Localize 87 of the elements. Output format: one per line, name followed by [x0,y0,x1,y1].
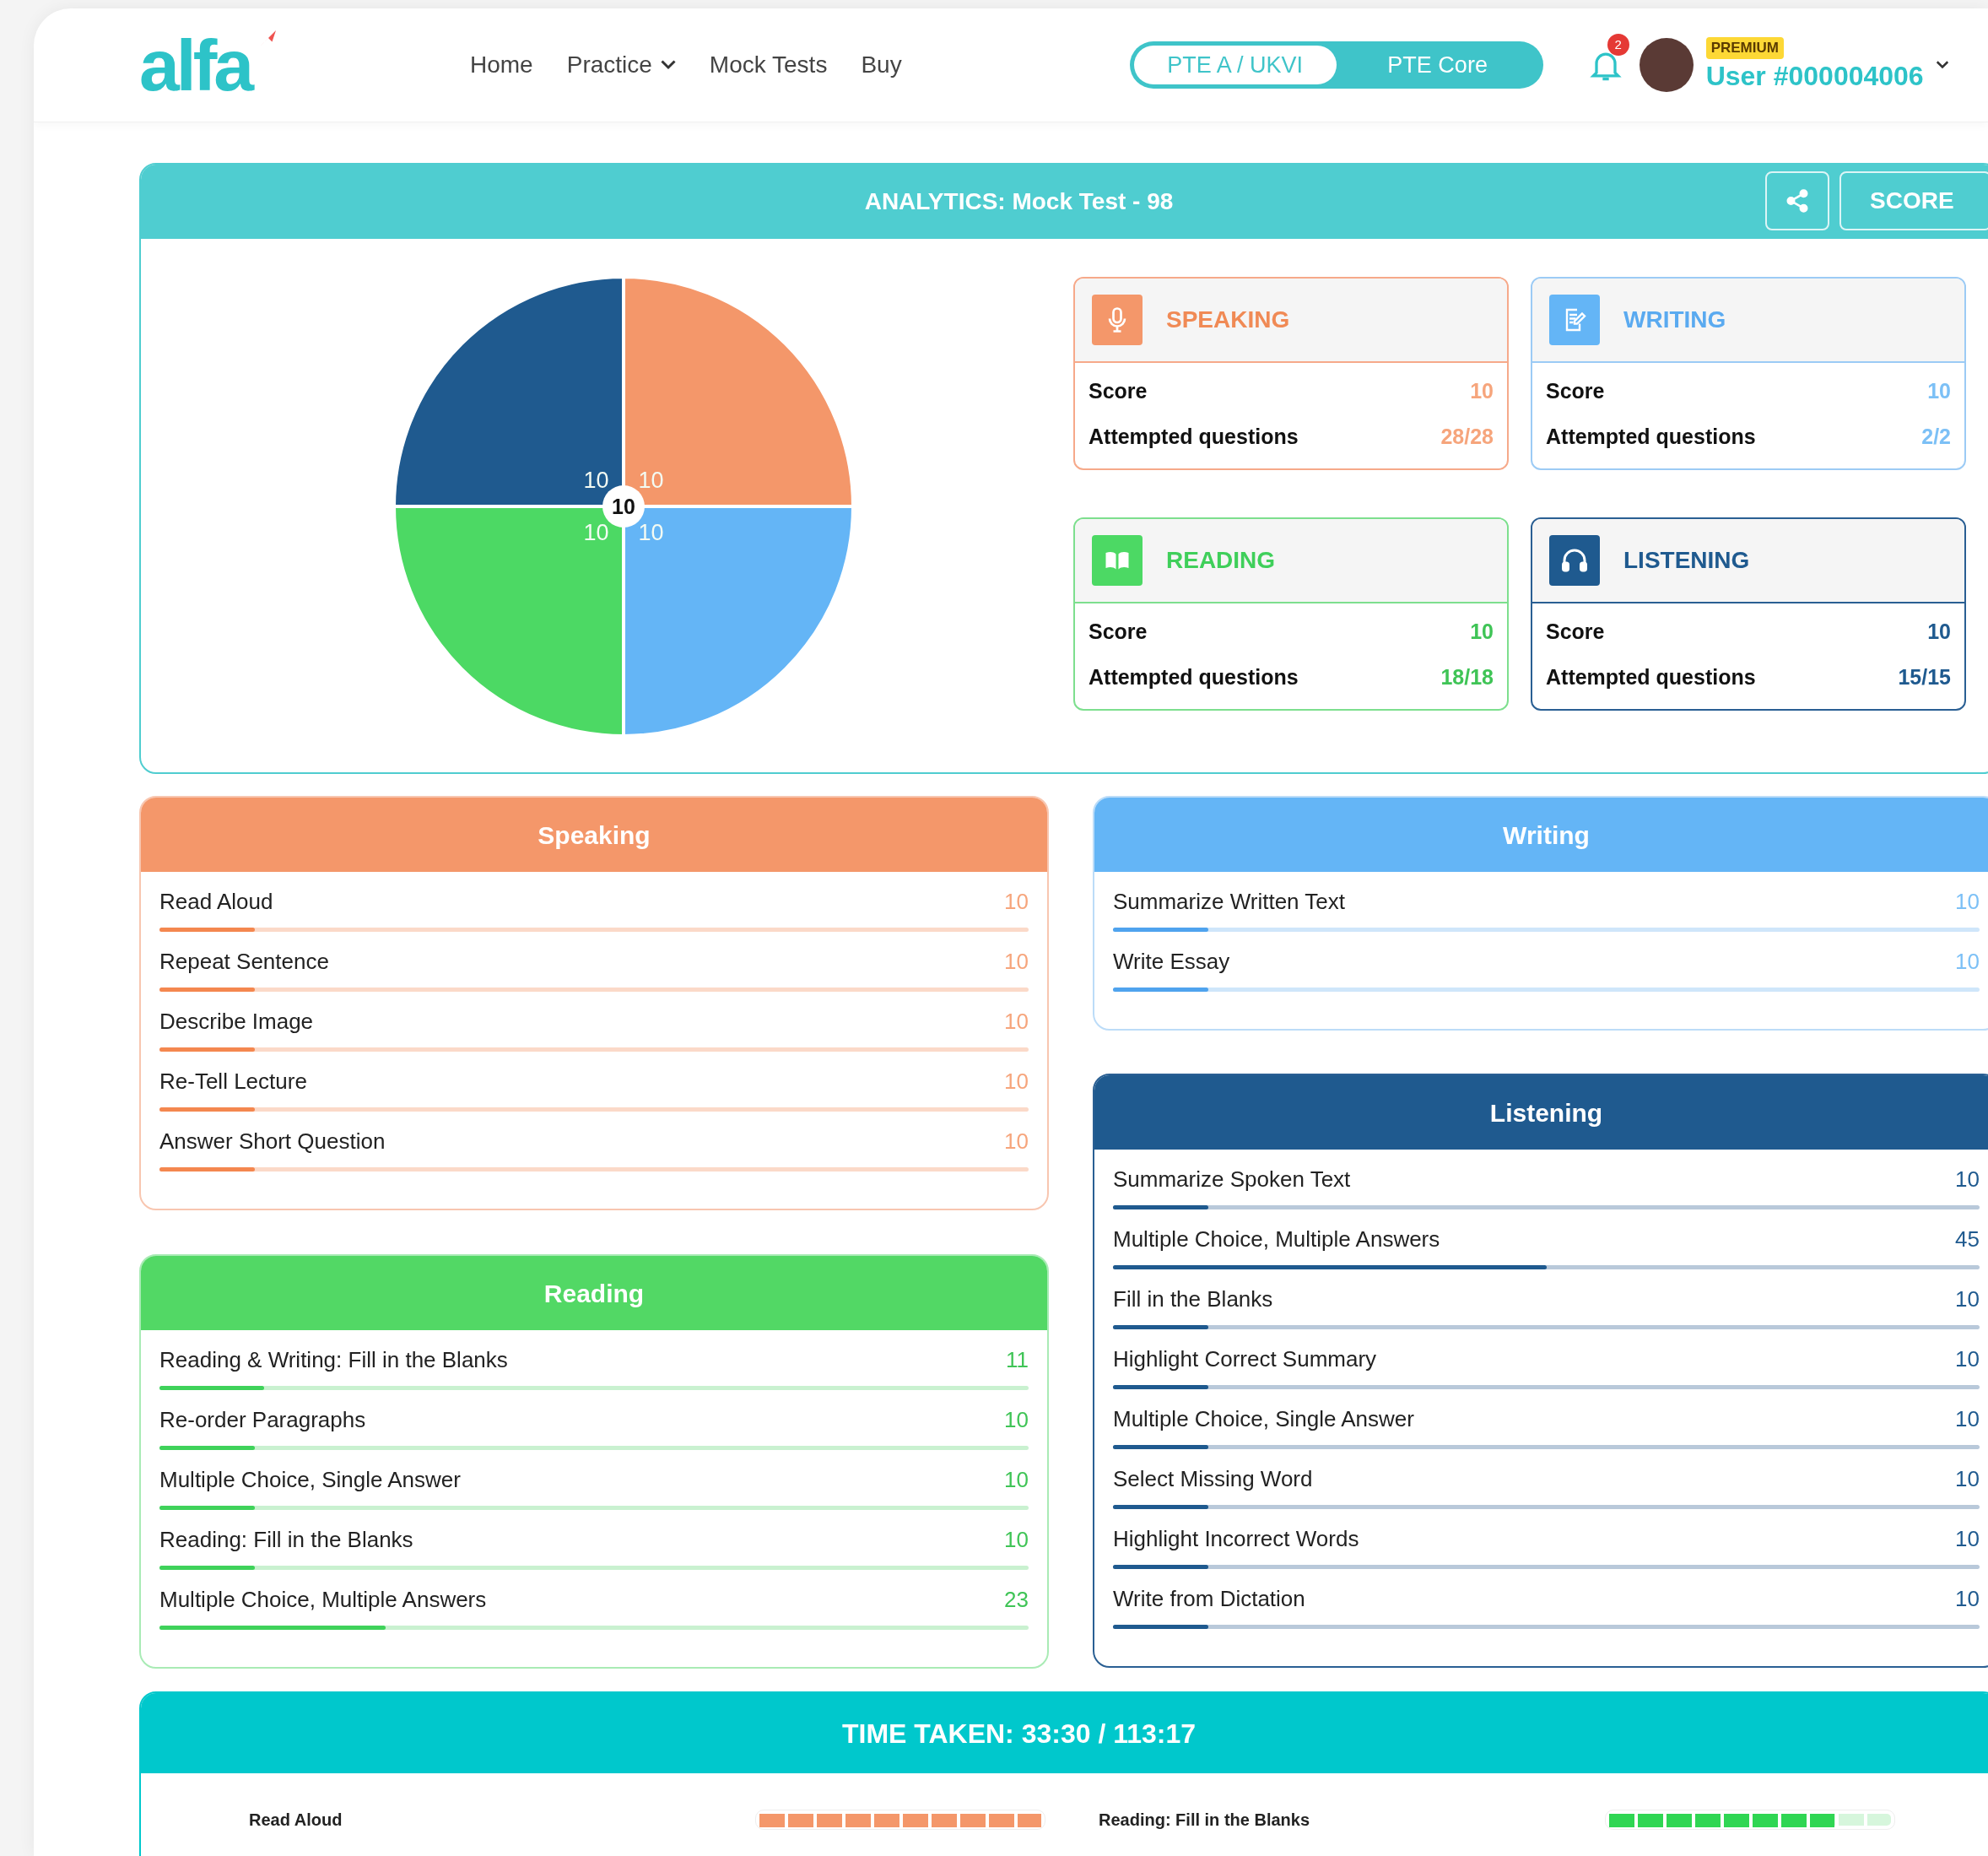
section-title: Writing [1503,820,1590,851]
task-score: 45 [1955,1226,1980,1252]
stat-value: 15/15 [1898,664,1951,690]
chevron-down-icon[interactable] [1935,61,1949,69]
task-score: 10 [1004,1407,1029,1432]
task-score: 10 [1004,949,1029,974]
task-score: 10 [1955,1406,1980,1431]
task-name: Multiple Choice, Multiple Answers [1113,1226,1440,1252]
task-score: 10 [1955,1586,1980,1611]
task-score: 11 [1006,1347,1029,1372]
slice-label: 10 [638,520,664,546]
task-name: Fill in the Blanks [1113,1286,1273,1312]
task-score: 10 [1955,949,1980,974]
task-name: Summarize Spoken Text [1113,1166,1351,1192]
task-name: Write Essay [1113,949,1230,974]
task-name: Multiple Choice, Single Answer [1113,1406,1414,1431]
task-score: 10 [1004,1128,1029,1154]
task-score: 10 [1955,1526,1980,1551]
card-title: WRITING [1623,306,1726,334]
stat-label: Score [1089,378,1148,404]
stat-label: Score [1546,619,1605,645]
task-name: Multiple Choice, Single Answer [159,1467,461,1492]
center-label: 10 [612,495,635,518]
notification-count: 2 [1607,34,1629,56]
task-score: 10 [1004,1527,1029,1552]
exam-option[interactable]: PTE A / UKVI [1133,46,1337,84]
stat-value: 10 [1470,619,1494,645]
user-name[interactable]: User #000004006 [1705,58,1924,93]
section-title: Speaking [538,820,651,851]
task-score: 10 [1004,1069,1029,1094]
stat-label: Attempted questions [1089,664,1299,690]
section-title: Reading [543,1278,645,1309]
slice-label: 10 [638,467,664,493]
exam-option[interactable]: PTE Core [1336,46,1539,84]
task-score: 10 [1955,1166,1980,1192]
card-title: SPEAKING [1166,306,1290,334]
task-score: 10 [1004,1467,1029,1492]
task-name: Reading: Fill in the Blanks [159,1527,413,1552]
task-score: 23 [1004,1587,1029,1612]
task-name: Describe Image [159,1009,314,1034]
task-score: 10 [1955,1346,1980,1372]
section-title: Listening [1489,1097,1603,1128]
task-score: 10 [1004,889,1029,914]
task-name: Re-order Paragraphs [159,1407,366,1432]
stat-label: Score [1089,619,1148,645]
stat-label: Attempted questions [1089,424,1299,450]
task-name: Answer Short Question [159,1128,386,1154]
card-title: READING [1166,546,1276,575]
task-name: Read Aloud [159,889,273,914]
task-name: Re-Tell Lecture [159,1069,307,1094]
task-name: Select Missing Word [1113,1466,1313,1491]
slice-label: 10 [583,520,609,546]
stat-label: Attempted questions [1546,424,1756,450]
task-name: Reading: Fill in the Blanks [1099,1810,1311,1831]
stat-value: 10 [1470,378,1494,404]
task-name: Repeat Sentence [159,949,329,974]
task-score: 10 [1955,1466,1980,1491]
card-title: LISTENING [1623,546,1750,575]
nav-link[interactable]: Practice [566,47,676,83]
nav-link[interactable]: Mock Tests [709,47,828,83]
stat-value: 18/18 [1440,664,1494,690]
analytics-title: ANALYTICS: Mock Test - 98 [864,187,1174,216]
task-name: Highlight Incorrect Words [1113,1526,1359,1551]
slice-label: 10 [583,467,609,493]
nav-link[interactable]: Home [470,47,533,83]
exam-toggle[interactable]: PTE A / UKVI PTE Core [1129,41,1543,89]
stat-value: 28/28 [1440,424,1494,450]
stat-value: 2/2 [1921,424,1951,450]
stat-value: 10 [1927,378,1951,404]
task-score: 10 [1004,1009,1029,1034]
task-name: Summarize Written Text [1113,889,1345,914]
logo[interactable]: alfa [139,29,283,101]
task-name: Multiple Choice, Multiple Answers [159,1587,487,1612]
task-name: Highlight Correct Summary [1113,1346,1377,1372]
time-title: TIME TAKEN: 33:30 / 113:17 [841,1717,1197,1750]
nav-link[interactable]: Buy [861,47,902,83]
stat-value: 10 [1927,619,1951,645]
task-name: Write from Dictation [1113,1586,1305,1611]
stat-label: Attempted questions [1546,664,1756,690]
share-icon [1785,188,1810,214]
task-name: Read Aloud [249,1810,343,1831]
task-name: Reading & Writing: Fill in the Blanks [159,1347,508,1372]
task-score: 10 [1955,1286,1980,1312]
score-button[interactable]: SCORE [1839,171,1988,230]
premium-badge: PREMIUM [1705,37,1784,59]
task-score: 10 [1955,889,1980,914]
stat-label: Score [1546,378,1605,404]
